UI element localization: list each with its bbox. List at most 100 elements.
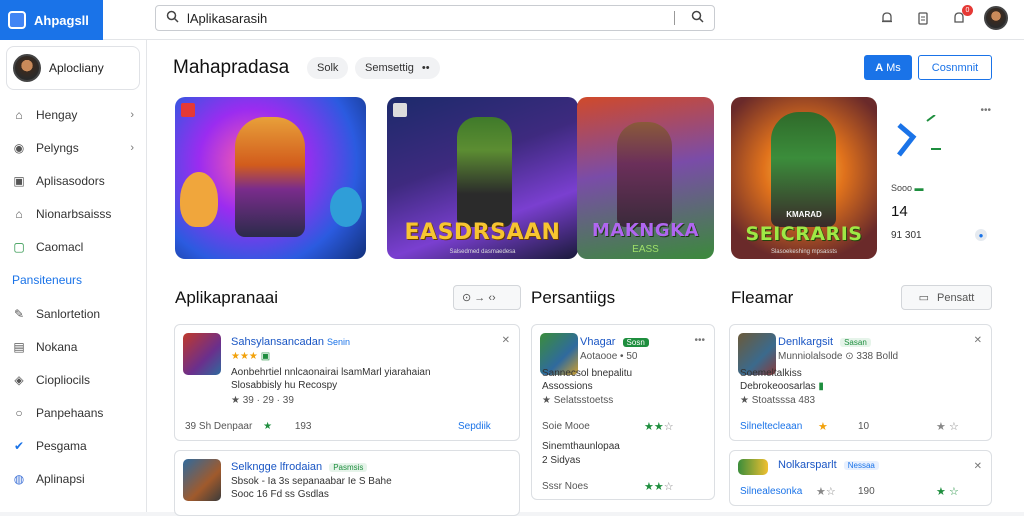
close-icon[interactable]: ✕ <box>502 335 510 346</box>
sidebar-item-label: Caomacl <box>36 239 84 254</box>
app-description: Sinemthaunlopaa <box>542 441 620 452</box>
footer-label: 39 Sh Denpaar <box>185 421 253 432</box>
game-banner[interactable] <box>175 97 366 259</box>
badge-icon <box>181 103 195 117</box>
gamepad-icon: ◉ <box>13 140 25 155</box>
app-description: Aonbehrtiel nnlcaonairai lsamMarl yiarah… <box>231 367 431 378</box>
star-icon: ★ <box>263 421 273 432</box>
sidebar-item-account[interactable]: ◍ Aplinapsi <box>0 462 146 495</box>
primary-button-label: Ms <box>886 61 901 74</box>
app-description: Soemeltalkiss <box>740 368 802 379</box>
section-title-apps: Aplikapranaai <box>175 288 279 307</box>
sidebar-item-home[interactable]: ⌂ Hengay › <box>0 98 146 131</box>
app-logo-icon <box>8 11 26 29</box>
sidebar-item-games[interactable]: ◉ Pelyngs › <box>0 131 146 164</box>
app-link[interactable]: Sepdiik <box>458 421 491 432</box>
app-thumbnail <box>183 459 221 501</box>
star-icon: ★★★ <box>231 351 258 362</box>
apps-icon: ▣ <box>13 173 25 188</box>
profile-card[interactable]: Aplocliany <box>6 46 140 90</box>
app-tag: Sosn <box>622 337 649 347</box>
star-icon: ★ <box>644 481 654 493</box>
app-name[interactable]: Sahsylansancadan Senin <box>231 336 350 348</box>
app-subtitle: Munniolalsode ⊙ 338 Bolld <box>778 351 899 362</box>
app-footer: Sssr Noes <box>542 481 589 492</box>
sidebar-item-store[interactable]: ⌂ Nionarbsaisss <box>0 197 146 230</box>
app-subtitle: Aotaooe • 50 <box>580 351 638 362</box>
close-icon[interactable]: ✕ <box>974 335 982 346</box>
filter-chip[interactable]: Solk <box>307 57 349 79</box>
search-input[interactable]: lAplikasarasih <box>187 11 267 26</box>
news-icon: ▤ <box>13 339 25 354</box>
app-card[interactable]: Selkngge lfrodaian Pasmsis Sbsok - Ia 3s… <box>174 450 520 516</box>
search-submit-icon[interactable] <box>691 10 704 26</box>
star-icon: ★ <box>653 421 664 433</box>
top-bar: Ahpagsll lAplikasarasih 0 <box>0 0 1024 40</box>
chip-label: Solk <box>317 62 339 74</box>
sidebar-item-comics[interactable]: ▢ Caomacl <box>0 230 146 263</box>
app-card[interactable]: Sahsylansancadan Senin ★★★ ▣ Aonbehrtiel… <box>174 324 520 441</box>
user-avatar[interactable] <box>984 6 1008 30</box>
app-link[interactable]: Silneltecleaan <box>740 421 802 432</box>
footer-count: 10 <box>858 421 870 432</box>
app-link[interactable]: Silnealesonka <box>740 486 802 497</box>
connect-button[interactable]: Cosnmnit <box>918 55 992 80</box>
sort-chip[interactable]: Semsettig •• <box>355 57 440 79</box>
game-banner[interactable]: KMARAD SEICRARIS Slasoekeshing mpsassts <box>731 97 877 259</box>
sidebar-item-label: Nionarbsaisss <box>36 206 112 221</box>
globe-icon: ◍ <box>13 471 25 486</box>
game-banner[interactable]: EASDRSAAN Salsedmed dasmaedesa <box>387 97 578 259</box>
app-card[interactable]: Nolkarsparlt Nessaa ✕ Silnealesonka ★☆ 1… <box>729 450 992 506</box>
star-icon: ★ <box>653 481 664 493</box>
banner-subtitle: Slasoekeshing mpsassts <box>770 249 838 255</box>
store-icon: ⌂ <box>15 206 23 221</box>
sidebar-item-news[interactable]: ▤ Nokana <box>0 330 146 363</box>
app-card[interactable]: Vhagar Sosn Aotaooe • 50 ••• Sannecsol b… <box>531 324 715 500</box>
star-outline-icon: ☆ <box>948 421 959 433</box>
clipboard-icon[interactable] <box>912 7 934 29</box>
profile-name: Aplocliany <box>49 61 104 75</box>
banner-title: MAKNGKA <box>591 220 699 241</box>
sidebar-item-search[interactable]: ○ Panpehaans <box>0 396 146 429</box>
notifications-icon[interactable]: 0 <box>948 5 973 29</box>
game-banner[interactable]: MAKNGKA EASS <box>577 97 714 259</box>
sidebar-item-payments[interactable]: ✔ Pesgama <box>0 429 146 462</box>
section-controls-label: ⊙ → ‹› <box>462 292 496 304</box>
app-description: Debrokeoosarlas ▮ <box>740 381 824 392</box>
star-icon: ★ <box>936 486 946 498</box>
sidebar-item-label: Nokana <box>36 339 78 354</box>
book-icon: ▢ <box>13 239 25 254</box>
brand-mark-icon <box>897 115 941 157</box>
chip-label: Semsettig <box>365 62 414 74</box>
star-outline-icon: ☆ <box>948 486 959 498</box>
app-description: Sooc 16 Fd ss Gsdlas <box>231 489 329 500</box>
app-footer: 39 Sh Denpaar ★ 193 <box>185 421 312 432</box>
section-action-button[interactable]: ▭ Pensatt <box>901 285 992 310</box>
connect-button-label: Cosnmnit <box>931 61 979 74</box>
app-name[interactable]: Vhagar Sosn <box>580 336 649 348</box>
sidebar-item-apps[interactable]: ▣ Aplisasodors <box>0 164 146 197</box>
sidebar-item-label: Pesgama <box>36 438 87 453</box>
section-controls[interactable]: ⊙ → ‹› <box>453 285 521 310</box>
search-icon <box>166 10 179 26</box>
more-icon[interactable]: ••• <box>694 335 705 346</box>
app-thumbnail <box>738 459 768 475</box>
footer-count: 193 <box>294 421 312 432</box>
star-outline-icon: ☆ <box>663 421 674 433</box>
app-card[interactable]: Denlkargsit Sasan Munniolalsode ⊙ 338 Bo… <box>729 324 992 441</box>
bell-icon[interactable] <box>876 7 898 29</box>
search-box[interactable]: lAplikasarasih <box>155 5 715 31</box>
check-circle-icon: ✔ <box>13 438 25 453</box>
app-name[interactable]: Selkngge lfrodaian Pasmsis <box>231 461 368 473</box>
app-brand[interactable]: Ahpagsll <box>0 0 103 40</box>
app-name[interactable]: Denlkargsit Sasan <box>778 336 871 348</box>
close-icon[interactable]: ✕ <box>974 461 982 472</box>
chevron-right-icon: › <box>130 108 134 121</box>
primary-button[interactable]: A Ms <box>864 55 912 80</box>
app-name[interactable]: Nolkarsparlt Nessaa <box>778 459 879 471</box>
wrench-icon: ✎ <box>13 306 25 321</box>
sidebar-item-shield[interactable]: ◈ Ciopliocils <box>0 363 146 396</box>
more-icon[interactable]: ••• <box>980 105 991 116</box>
app-meta: ★ Selatsstoetss <box>542 395 614 406</box>
sidebar-item-settings[interactable]: ✎ Sanlortetion <box>0 297 146 330</box>
